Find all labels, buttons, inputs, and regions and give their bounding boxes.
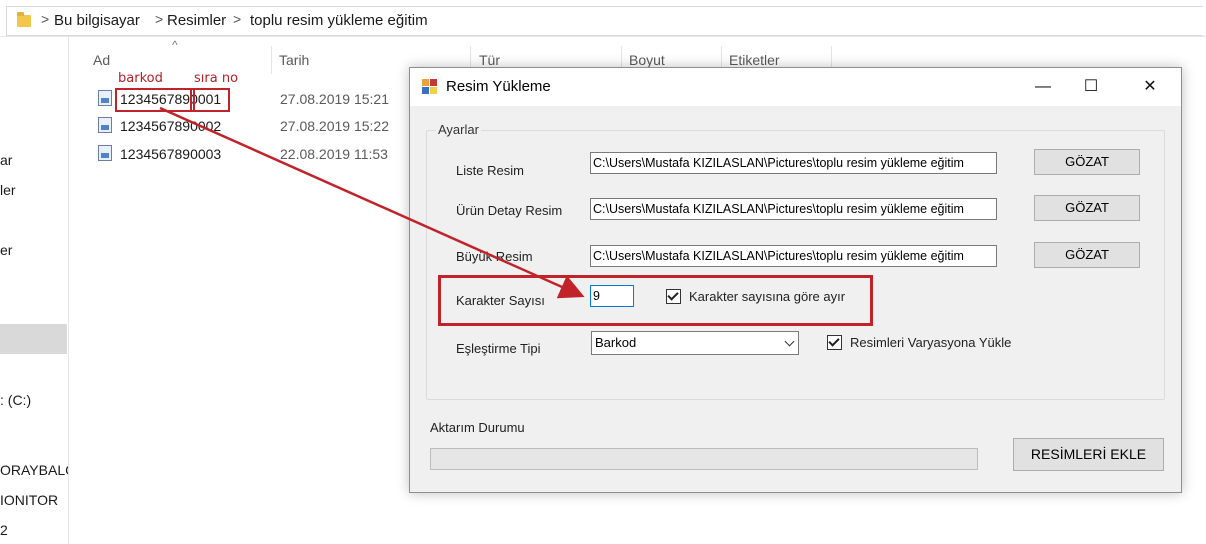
annotation-arrow	[159, 106, 585, 299]
